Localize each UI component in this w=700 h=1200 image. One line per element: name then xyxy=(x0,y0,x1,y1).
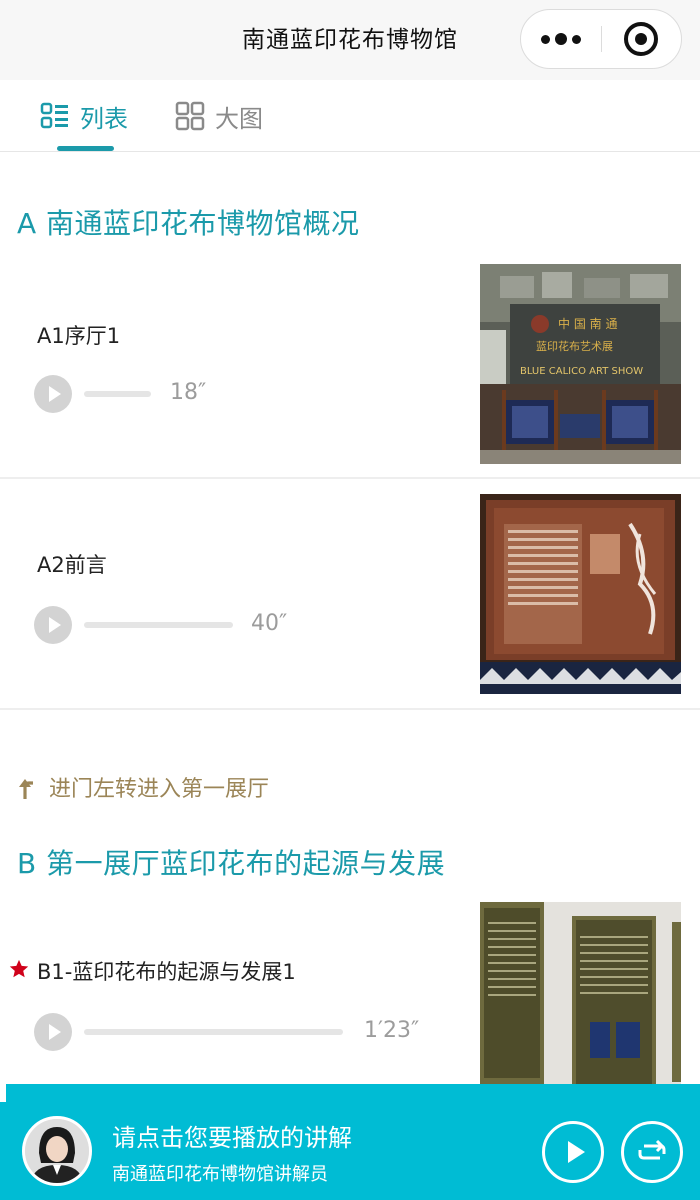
svg-text:蓝印花布艺术展: 蓝印花布艺术展 xyxy=(536,340,613,353)
top-navigation-bar: 南通蓝印花布博物馆 xyxy=(0,0,700,80)
turn-left-arrow-icon xyxy=(19,779,33,799)
route-guide-text: 进门左转进入第一展厅 xyxy=(49,777,270,802)
progress-track[interactable] xyxy=(84,622,233,628)
svg-text:BLUE CALICO ART SHOW: BLUE CALICO ART SHOW xyxy=(520,366,643,377)
item-name: A1序厅1 xyxy=(37,324,121,348)
svg-text:中 国 南 通: 中 国 南 通 xyxy=(558,316,617,331)
loop-icon xyxy=(638,1139,666,1160)
play-icon[interactable] xyxy=(34,1013,72,1051)
progress-track[interactable] xyxy=(84,1029,343,1035)
tab-list[interactable]: 列表 xyxy=(40,80,128,152)
item-duration: 1′23″ xyxy=(364,1018,420,1043)
active-tab-indicator xyxy=(57,146,114,151)
route-guide: 进门左转进入第一展厅 xyxy=(17,770,269,804)
exhibit-thumbnail[interactable] xyxy=(480,902,681,1084)
view-tabs: 列表 大图 xyxy=(0,80,700,152)
star-icon xyxy=(9,959,29,978)
avatar[interactable] xyxy=(22,1116,92,1186)
item-duration: 18″ xyxy=(170,380,207,405)
item-name: A2前言 xyxy=(37,553,107,577)
tab-list-label: 列表 xyxy=(80,104,128,133)
play-icon[interactable] xyxy=(34,375,72,413)
grid-icon xyxy=(175,101,205,131)
tab-grid-label: 大图 xyxy=(215,104,263,133)
player-subtitle: 南通蓝印花布博物馆讲解员 xyxy=(112,1164,328,1185)
player-title: 请点击您要播放的讲解 xyxy=(112,1124,352,1152)
exhibit-thumbnail[interactable] xyxy=(480,494,681,694)
target-close-icon[interactable] xyxy=(624,22,658,56)
section-title-a: A 南通蓝印花布博物馆概况 xyxy=(17,207,360,240)
list-item-a2[interactable]: A2前言 40″ xyxy=(0,479,700,709)
guide-avatar-icon xyxy=(25,1119,89,1183)
play-icon[interactable] xyxy=(34,606,72,644)
mini-program-capsule xyxy=(520,9,682,69)
list-item-a1[interactable]: A1序厅1 18″ 中 国 南 通 蓝印花布艺术展 BLUE CALICO AR… xyxy=(0,248,700,478)
player-progress-marker xyxy=(0,1084,6,1102)
item-name: B1-蓝印花布的起源与发展1 xyxy=(37,960,296,984)
more-dots-icon[interactable] xyxy=(521,10,601,68)
item-divider xyxy=(0,708,700,710)
item-duration: 40″ xyxy=(251,611,288,636)
list-item-b1[interactable]: B1-蓝印花布的起源与发展1 1′23″ xyxy=(0,900,700,1084)
play-button[interactable] xyxy=(542,1121,604,1183)
loop-button[interactable] xyxy=(621,1121,683,1183)
list-icon xyxy=(40,102,68,129)
section-title-b: B 第一展厅蓝印花布的起源与发展 xyxy=(17,847,446,880)
audio-player-bar: 请点击您要播放的讲解 南通蓝印花布博物馆讲解员 xyxy=(0,1084,700,1200)
tab-grid[interactable]: 大图 xyxy=(175,80,263,152)
exhibit-thumbnail[interactable]: 中 国 南 通 蓝印花布艺术展 BLUE CALICO ART SHOW xyxy=(480,264,681,464)
progress-track[interactable] xyxy=(84,391,151,397)
capsule-divider xyxy=(601,26,602,52)
